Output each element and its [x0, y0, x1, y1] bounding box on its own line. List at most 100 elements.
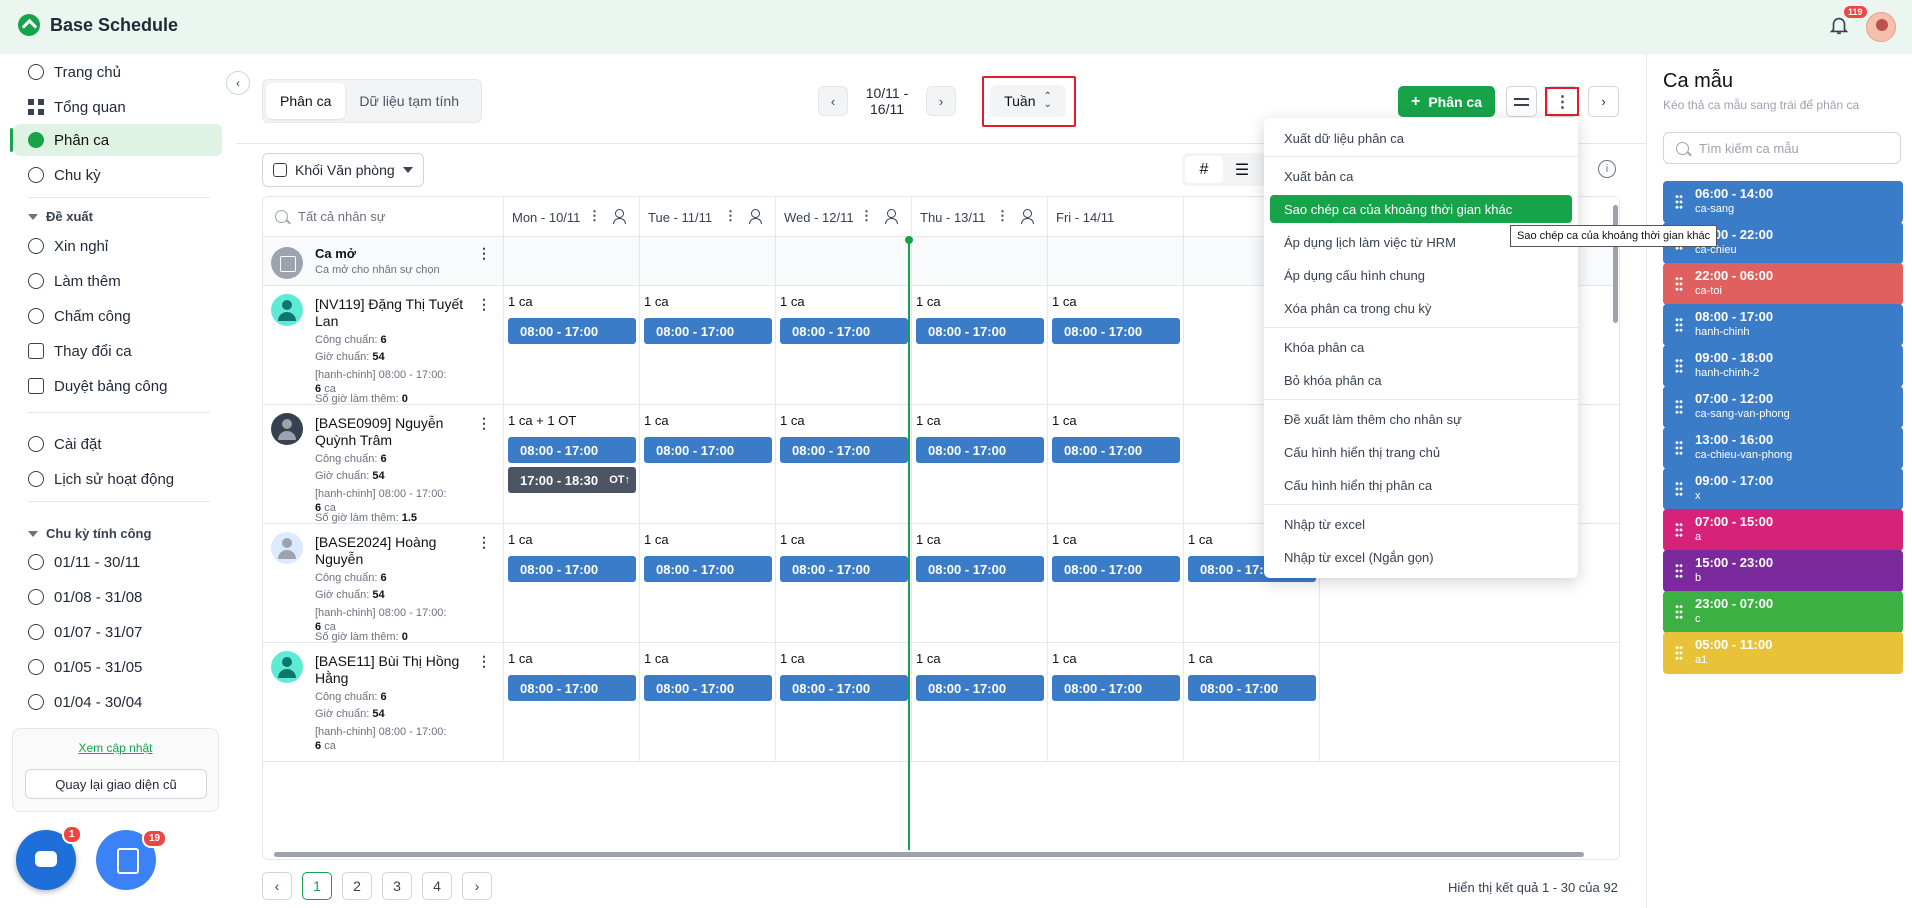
drag-handle-icon[interactable]	[1675, 440, 1683, 456]
page-button[interactable]: 1	[302, 872, 332, 900]
day-cell[interactable]: 1 ca 08:00 - 17:00	[503, 643, 639, 761]
shift-block[interactable]: 08:00 - 17:00	[1052, 318, 1180, 344]
info-icon[interactable]: i	[1598, 160, 1616, 178]
whats-new-link[interactable]: Xem cập nhật	[13, 741, 218, 755]
kebab-icon[interactable]: ⋮	[477, 296, 491, 313]
kebab-icon[interactable]: ⋮	[477, 653, 491, 670]
cycle-item[interactable]: 01/04 - 30/04	[14, 686, 222, 718]
cycle-item[interactable]: 01/07 - 31/07	[14, 616, 222, 648]
shift-block[interactable]: 08:00 - 17:00	[780, 556, 908, 582]
shift-template-card[interactable]: 07:00 - 15:00 a	[1663, 509, 1903, 551]
employee-name[interactable]: [BASE2024] Hoàng Nguyễn	[315, 534, 475, 568]
cycle-section-toggle[interactable]: Chu kỳ tính công	[28, 526, 151, 541]
assign-person-icon[interactable]	[1021, 209, 1037, 224]
menu-item-shift-display[interactable]: Cấu hình hiển thị phân ca	[1270, 471, 1572, 499]
sidebar-item-approve-timesheet[interactable]: Duyệt bảng công	[14, 370, 222, 402]
sidebar-item-overtime[interactable]: Làm thêm	[14, 265, 222, 297]
employee-search[interactable]: Tất cả nhân sự	[275, 209, 385, 224]
shift-block[interactable]: 08:00 - 17:00	[1052, 556, 1180, 582]
day-cell[interactable]: 1 ca 08:00 - 17:00	[639, 286, 775, 404]
shift-block[interactable]: 08:00 - 17:00	[916, 556, 1044, 582]
shift-block[interactable]: 08:00 - 17:00	[1052, 437, 1180, 463]
drag-handle-icon[interactable]	[1675, 481, 1683, 497]
drag-handle-icon[interactable]	[1675, 563, 1683, 579]
day-cell[interactable]: 1 ca 08:00 - 17:00	[775, 405, 911, 523]
old-ui-button[interactable]: Quay lại giao diện cũ	[25, 769, 207, 799]
day-cell[interactable]: 1 ca 08:00 - 17:00	[1047, 286, 1183, 404]
add-shift-button[interactable]: + Phân ca	[1398, 86, 1495, 117]
day-cell[interactable]: 1 ca 08:00 - 17:00	[503, 286, 639, 404]
shift-template-card[interactable]: 05:00 - 11:00 a1	[1663, 632, 1903, 674]
vertical-scrollbar[interactable]	[1613, 205, 1618, 323]
day-cell[interactable]: 1 ca 08:00 - 17:00	[775, 286, 911, 404]
shift-block[interactable]: 08:00 - 17:00	[644, 437, 772, 463]
menu-item-publish[interactable]: Xuất bản ca	[1270, 162, 1572, 190]
sidebar-item-settings[interactable]: Cài đặt	[14, 428, 222, 460]
kebab-icon[interactable]: ⋮	[860, 208, 873, 224]
shift-block[interactable]: 08:00 - 17:00	[508, 675, 636, 701]
day-cell[interactable]: 1 ca 08:00 - 17:00	[775, 643, 911, 761]
day-cell[interactable]	[1047, 237, 1183, 285]
shift-block[interactable]: 08:00 - 17:00	[508, 437, 636, 463]
app-logo[interactable]: Base Schedule	[18, 14, 178, 36]
drag-handle-icon[interactable]	[1675, 317, 1683, 333]
shift-block[interactable]: 08:00 - 17:00	[780, 675, 908, 701]
shift-block[interactable]: 08:00 - 17:00	[508, 318, 636, 344]
drag-handle-icon[interactable]	[1675, 358, 1683, 374]
horizontal-scrollbar[interactable]	[274, 852, 1584, 857]
shift-block[interactable]: 08:00 - 17:00	[916, 437, 1044, 463]
shift-block[interactable]: 08:00 - 17:00	[916, 675, 1044, 701]
sidebar-item-home[interactable]: Trang chủ	[14, 56, 222, 88]
cycle-item[interactable]: 01/11 - 30/11	[14, 546, 222, 578]
shift-block[interactable]: 08:00 - 17:00	[780, 318, 908, 344]
day-cell[interactable]: 1 ca 08:00 - 17:00	[1047, 405, 1183, 523]
tab-provisional-data[interactable]: Dữ liệu tạm tính	[345, 83, 473, 119]
day-cell[interactable]	[911, 237, 1047, 285]
day-cell[interactable]	[1319, 643, 1455, 761]
menu-item-export-data[interactable]: Xuất dữ liệu phân ca	[1270, 124, 1572, 152]
sidebar-item-cycle[interactable]: Chu kỳ	[14, 159, 222, 191]
filter-settings-button[interactable]	[1506, 86, 1537, 117]
drag-handle-icon[interactable]	[1675, 194, 1683, 210]
shift-template-card[interactable]: 09:00 - 17:00 x	[1663, 468, 1903, 510]
page-button[interactable]: 3	[382, 872, 412, 900]
day-cell[interactable]: 1 ca 08:00 - 17:00	[911, 286, 1047, 404]
cycle-item[interactable]: 01/08 - 31/08	[14, 581, 222, 613]
shift-template-card[interactable]: 15:00 - 23:00 b	[1663, 550, 1903, 592]
drag-handle-icon[interactable]	[1675, 645, 1683, 661]
day-cell[interactable]: 1 ca 08:00 - 17:00	[911, 643, 1047, 761]
shift-template-card[interactable]: 09:00 - 18:00 hanh-chinh-2	[1663, 345, 1903, 387]
shift-block[interactable]: 08:00 - 17:00	[780, 437, 908, 463]
sidebar-item-overview[interactable]: Tổng quan	[14, 91, 222, 123]
day-cell[interactable]: 1 ca 08:00 - 17:00	[1047, 524, 1183, 642]
department-select[interactable]: Khối Văn phòng	[262, 153, 424, 187]
shift-template-card[interactable]: 06:00 - 14:00 ca-sang	[1663, 181, 1903, 223]
menu-item-import-excel-short[interactable]: Nhập từ excel (Ngắn gọn)	[1270, 543, 1572, 571]
shift-template-card[interactable]: 07:00 - 12:00 ca-sang-van-phong	[1663, 386, 1903, 428]
prev-week-button[interactable]: ‹	[818, 86, 848, 116]
sidebar-item-activity-log[interactable]: Lịch sử hoạt động	[14, 463, 222, 495]
kebab-icon[interactable]: ⋮	[477, 415, 491, 432]
overtime-block[interactable]: 17:00 - 18:30 OT↑	[508, 467, 636, 493]
kebab-icon[interactable]: ⋮	[724, 208, 737, 224]
assign-person-icon[interactable]	[885, 209, 901, 224]
proposal-section-toggle[interactable]: Đề xuất	[28, 209, 93, 224]
date-range[interactable]: 10/11 - 16/11	[848, 85, 926, 117]
shift-block[interactable]: 08:00 - 17:00	[644, 318, 772, 344]
kebab-icon[interactable]: ⋮	[477, 534, 491, 551]
shift-template-card[interactable]: 22:00 - 06:00 ca-toi	[1663, 263, 1903, 305]
menu-item-home-display[interactable]: Cấu hình hiển thị trang chủ	[1270, 438, 1572, 466]
shift-block[interactable]: 08:00 - 17:00	[644, 556, 772, 582]
user-avatar[interactable]	[1866, 12, 1896, 42]
day-cell[interactable]	[639, 237, 775, 285]
day-cell[interactable]: 1 ca 08:00 - 17:00	[639, 524, 775, 642]
day-cell[interactable]: 1 ca + 1 OT 08:00 - 17:00 17:00 - 18:30 OT↑	[503, 405, 639, 523]
drag-handle-icon[interactable]	[1675, 522, 1683, 538]
page-button[interactable]: 2	[342, 872, 372, 900]
sidebar-item-shift[interactable]: Phân ca	[10, 124, 222, 156]
template-search-input[interactable]: Tìm kiếm ca mẫu	[1663, 132, 1901, 164]
menu-item-lock[interactable]: Khóa phân ca	[1270, 333, 1572, 361]
next-page-button[interactable]: ›	[462, 872, 492, 900]
assign-person-icon[interactable]	[613, 209, 629, 224]
kebab-icon[interactable]: ⋮	[996, 208, 1009, 224]
